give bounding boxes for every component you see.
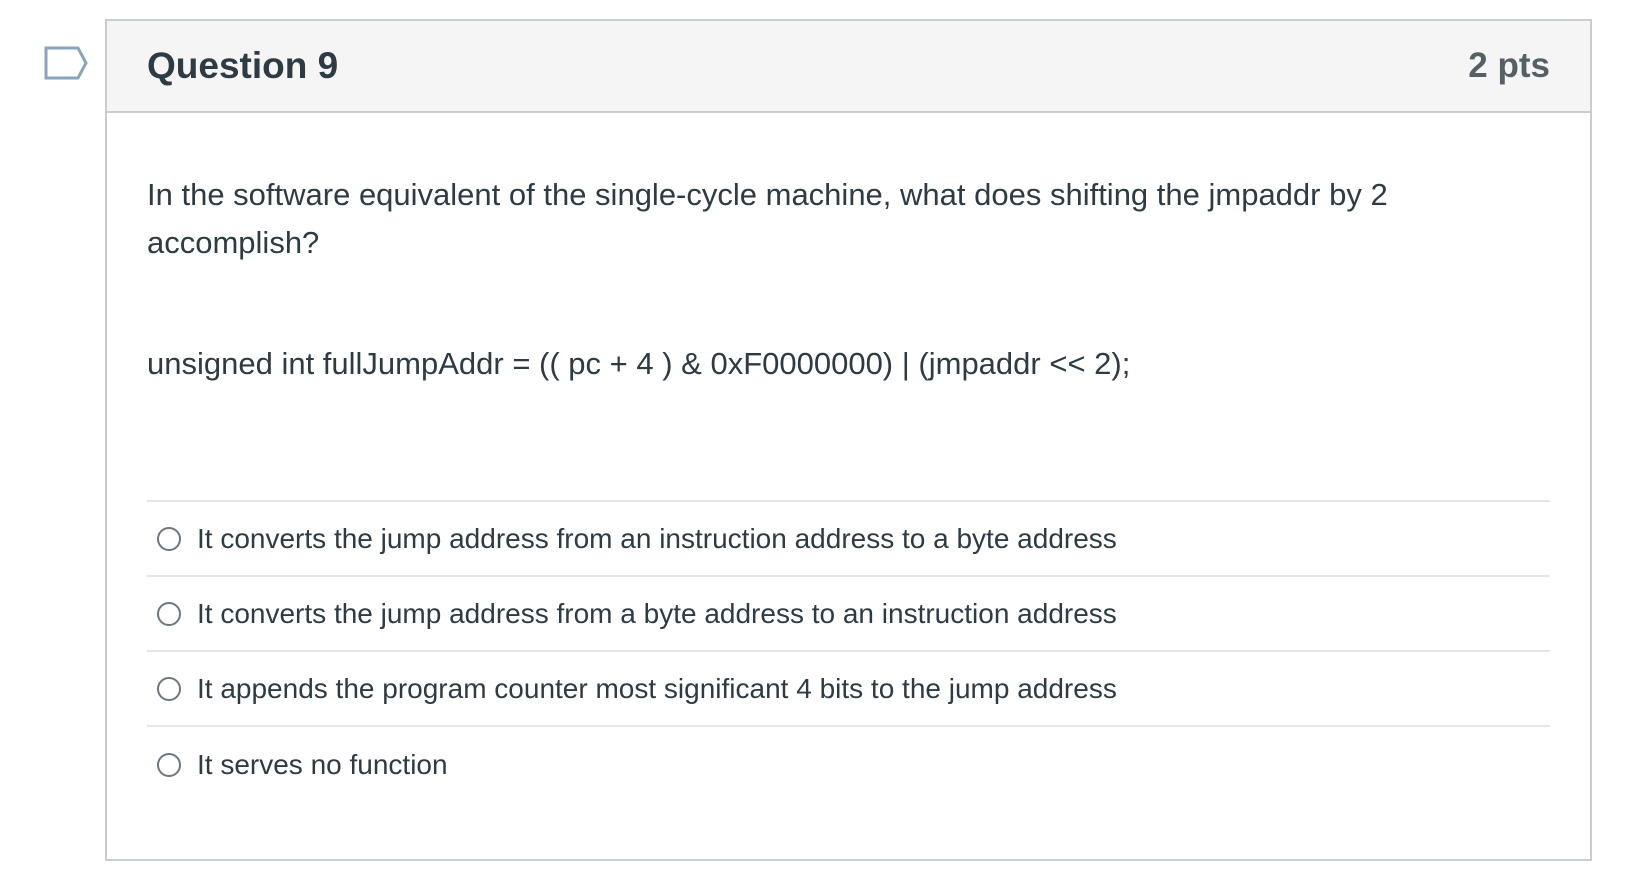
quiz-page: Question 9 2 pts In the software equival… — [0, 0, 1628, 896]
answer-option[interactable]: It converts the jump address from an ins… — [147, 502, 1550, 577]
question-body: In the software equivalent of the single… — [107, 113, 1590, 802]
answer-option[interactable]: It converts the jump address from a byte… — [147, 577, 1550, 652]
question-header: Question 9 2 pts — [107, 21, 1590, 113]
radio-button-icon[interactable] — [157, 601, 181, 626]
question-points: 2 pts — [1468, 46, 1550, 85]
answer-label: It converts the jump address from a byte… — [197, 597, 1117, 629]
answer-option[interactable]: It appends the program counter most sign… — [147, 652, 1550, 727]
question-code: unsigned int fullJumpAddr = (( pc + 4 ) … — [147, 346, 1131, 381]
answer-label: It converts the jump address from an ins… — [197, 522, 1117, 554]
radio-button-icon[interactable] — [157, 752, 181, 777]
answer-label: It serves no function — [197, 748, 448, 780]
question-title: Question 9 — [147, 45, 339, 86]
question-card: Question 9 2 pts In the software equival… — [105, 19, 1592, 861]
flag-question-icon[interactable] — [44, 46, 88, 80]
answer-list: It converts the jump address from an ins… — [147, 500, 1550, 802]
radio-button-icon[interactable] — [157, 676, 181, 701]
answer-label: It appends the program counter most sign… — [197, 672, 1117, 704]
question-text: In the software equivalent of the single… — [147, 177, 1388, 260]
radio-button-icon[interactable] — [157, 526, 181, 551]
answer-option[interactable]: It serves no function — [147, 727, 1550, 802]
